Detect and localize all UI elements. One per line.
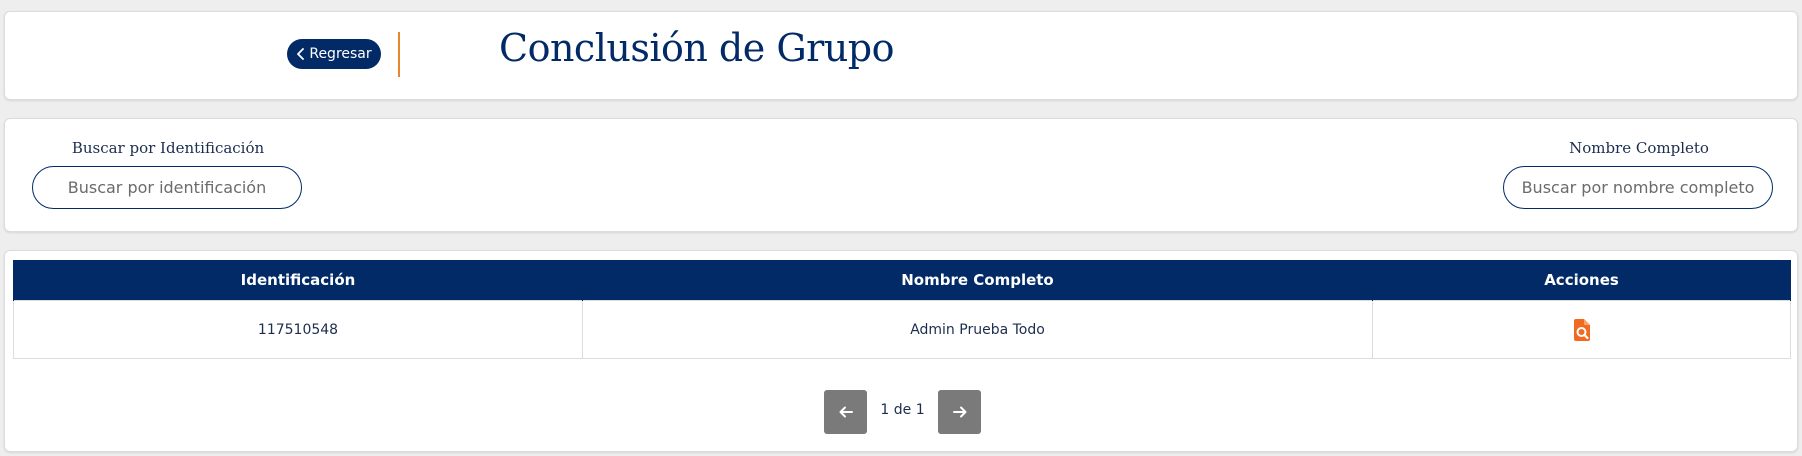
pagination-next-button[interactable]	[938, 390, 981, 434]
arrow-left-icon	[839, 406, 853, 418]
header-divider	[398, 32, 400, 77]
name-search-input[interactable]	[1503, 166, 1773, 209]
table-row: 117510548 Admin Prueba Todo	[13, 300, 1791, 359]
column-header-nombre-completo: Nombre Completo	[582, 260, 1373, 301]
table-header-row: Identificación Nombre Completo Acciones	[13, 260, 1791, 301]
back-button[interactable]: Regresar	[287, 39, 381, 69]
results-card: Identificación Nombre Completo Acciones …	[4, 250, 1798, 452]
results-table: Identificación Nombre Completo Acciones …	[13, 260, 1791, 359]
filters-card: Buscar por Identificación Nombre Complet…	[4, 118, 1798, 232]
arrow-right-icon	[952, 406, 966, 418]
column-header-acciones: Acciones	[1372, 260, 1791, 301]
chevron-left-icon	[297, 48, 305, 60]
back-button-label: Regresar	[309, 46, 372, 62]
id-search-label: Buscar por Identificación	[71, 139, 265, 157]
cell-nombre-completo: Admin Prueba Todo	[582, 300, 1373, 359]
cell-identificacion: 117510548	[13, 300, 583, 359]
pagination-prev-button[interactable]	[824, 390, 867, 434]
page-title: Conclusión de Grupo	[499, 26, 895, 70]
cell-acciones	[1372, 300, 1791, 359]
pagination-status: 1 de 1	[880, 402, 925, 418]
name-search-label: Nombre Completo	[1569, 139, 1709, 157]
document-search-icon[interactable]	[1572, 318, 1592, 341]
column-header-identificacion: Identificación	[13, 260, 583, 301]
id-search-input[interactable]	[32, 166, 302, 209]
header-card: Regresar Conclusión de Grupo	[4, 11, 1798, 100]
